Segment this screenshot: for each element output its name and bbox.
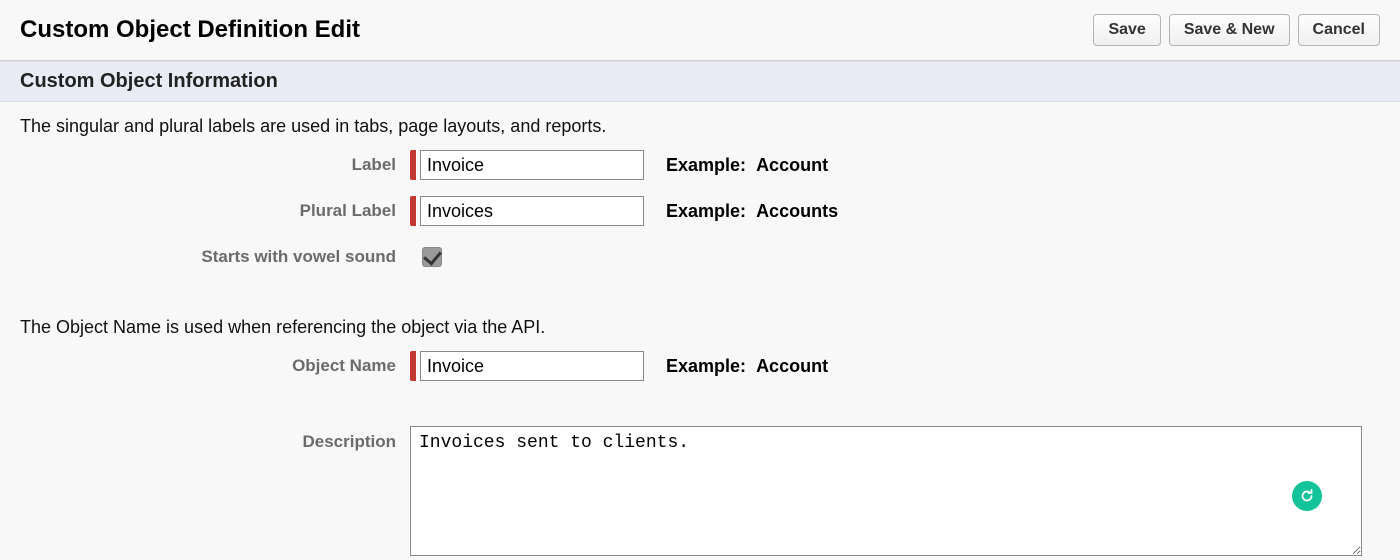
required-bar-icon bbox=[410, 196, 416, 226]
object-name-input[interactable] bbox=[420, 351, 644, 381]
example-prefix: Example: bbox=[666, 201, 746, 221]
vowel-checkbox[interactable] bbox=[422, 247, 442, 267]
grammarly-icon[interactable] bbox=[1292, 481, 1322, 511]
object-name-example: Example: Account bbox=[666, 356, 828, 377]
required-bar-icon bbox=[410, 150, 416, 180]
field-label-vowel: Starts with vowel sound bbox=[20, 247, 410, 267]
save-and-new-button[interactable]: Save & New bbox=[1169, 14, 1290, 46]
header-button-row: Save Save & New Cancel bbox=[1093, 14, 1380, 46]
field-label-plural: Plural Label bbox=[20, 201, 410, 221]
plural-example: Example: Accounts bbox=[666, 201, 838, 222]
example-value: Account bbox=[756, 155, 828, 175]
field-label-object-name: Object Name bbox=[20, 356, 410, 376]
required-indicator bbox=[410, 351, 644, 381]
row-plural-label: Plural Label Example: Accounts bbox=[20, 191, 1380, 231]
section-body: The singular and plural labels are used … bbox=[0, 102, 1400, 560]
row-object-name: Object Name Example: Account bbox=[20, 346, 1380, 386]
required-indicator bbox=[410, 196, 644, 226]
page-header: Custom Object Definition Edit Save Save … bbox=[0, 0, 1400, 61]
section-header: Custom Object Information bbox=[0, 61, 1400, 102]
example-value: Accounts bbox=[756, 201, 838, 221]
example-prefix: Example: bbox=[666, 356, 746, 376]
label-example: Example: Account bbox=[666, 155, 828, 176]
page-title: Custom Object Definition Edit bbox=[20, 16, 360, 44]
row-description: Description bbox=[20, 426, 1380, 560]
example-value: Account bbox=[756, 356, 828, 376]
example-prefix: Example: bbox=[666, 155, 746, 175]
intro-text-labels: The singular and plural labels are used … bbox=[20, 116, 1380, 137]
field-label-description: Description bbox=[20, 426, 410, 452]
plural-label-input[interactable] bbox=[420, 196, 644, 226]
cancel-button[interactable]: Cancel bbox=[1298, 14, 1380, 46]
label-input[interactable] bbox=[420, 150, 644, 180]
required-bar-icon bbox=[410, 351, 416, 381]
save-button[interactable]: Save bbox=[1093, 14, 1160, 46]
row-label: Label Example: Account bbox=[20, 145, 1380, 185]
required-indicator bbox=[410, 150, 644, 180]
row-vowel: Starts with vowel sound bbox=[20, 237, 1380, 277]
description-textarea[interactable] bbox=[410, 426, 1362, 556]
intro-text-api: The Object Name is used when referencing… bbox=[20, 317, 1380, 338]
field-label-label: Label bbox=[20, 155, 410, 175]
